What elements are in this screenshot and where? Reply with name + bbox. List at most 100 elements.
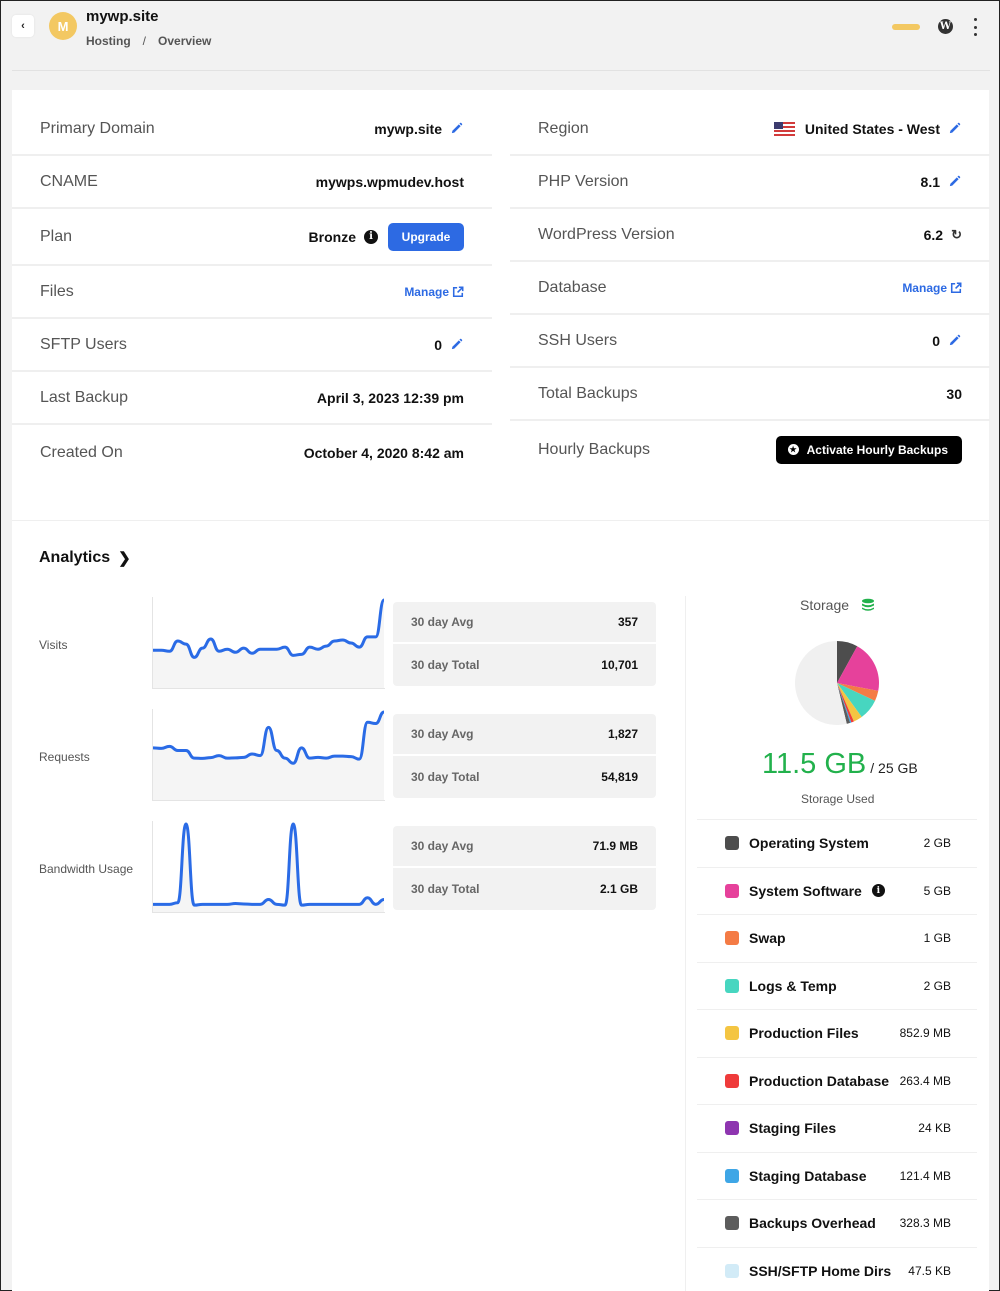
page-header: ‹ M mywp.site Hosting / Overview W xyxy=(1,1,1000,71)
legend-size: 121.4 MB xyxy=(899,1168,951,1183)
legend-swatch xyxy=(725,1073,739,1088)
detail-label: Database xyxy=(538,278,607,296)
more-options-icon[interactable] xyxy=(972,18,978,36)
legend-item-swap: Swap 1 GB xyxy=(697,914,977,962)
stats-box-visits: 30 day Avg 357 30 day Total 10,701 xyxy=(393,602,656,686)
legend-swatch xyxy=(725,836,739,851)
detail-value: 8.1 xyxy=(920,173,940,190)
analytics-title: Analytics xyxy=(39,549,111,566)
legend-swatch xyxy=(725,1216,739,1231)
manage-link-label: Manage xyxy=(902,280,947,295)
detail-row-files: Files Manage xyxy=(12,266,492,319)
detail-value-group: Bronze i Upgrade xyxy=(309,222,464,251)
breadcrumb-overview: Overview xyxy=(158,34,212,48)
storage-used: 11.5 GB / 25 GB xyxy=(762,748,918,781)
detail-value-group: 6.2 ↻ xyxy=(924,227,962,243)
upgrade-button[interactable]: Upgrade xyxy=(388,222,464,251)
legend-name: Backups Overhead xyxy=(749,1215,876,1232)
legend-swatch xyxy=(725,978,739,993)
detail-label: SSH Users xyxy=(538,331,618,349)
legend-name-group: Production Files xyxy=(749,1025,900,1041)
breadcrumb-hosting[interactable]: Hosting xyxy=(86,34,131,48)
info-icon[interactable]: i xyxy=(364,229,378,244)
detail-label: Files xyxy=(40,282,74,300)
info-icon[interactable]: i xyxy=(871,884,885,898)
legend-swatch xyxy=(725,931,739,946)
detail-row-sftp-users: SFTP Users 0 xyxy=(12,319,492,372)
stat-label: 30 day Avg xyxy=(411,615,474,629)
edit-pencil-icon[interactable] xyxy=(948,334,962,348)
legend-item-backups-overhead: Backups Overhead 328.3 MB xyxy=(697,1199,977,1247)
legend-size: 328.3 MB xyxy=(899,1216,951,1231)
stats-box-bandwidth-usage: 30 day Avg 71.9 MB 30 day Total 2.1 GB xyxy=(393,826,656,910)
stat-value: 54,819 xyxy=(601,770,638,784)
stat-label: 30 day Total xyxy=(411,770,480,784)
detail-label: WordPress Version xyxy=(538,225,675,243)
overview-card: Primary Domain mywp.site CNAME mywps.wpmude… xyxy=(12,90,990,1291)
stat-value: 71.9 MB xyxy=(592,839,638,853)
legend-name-group: Backups Overhead xyxy=(749,1215,900,1231)
detail-value: 0 xyxy=(932,332,940,349)
legend-item-production-database: Production Database 263.4 MB xyxy=(697,1056,977,1105)
detail-label: Created On xyxy=(40,444,123,461)
sparkline-visits xyxy=(152,597,385,689)
edit-pencil-icon[interactable] xyxy=(450,338,464,352)
us-flag-icon xyxy=(773,121,795,136)
storage-pie-chart xyxy=(795,641,879,725)
detail-row-last-backup: Last Backup April 3, 2023 12:39 pm xyxy=(12,372,492,425)
detail-label: Primary Domain xyxy=(40,119,155,137)
legend-swatch xyxy=(725,1168,739,1183)
wordpress-icon[interactable]: W xyxy=(938,19,953,34)
breadcrumb: Hosting / Overview xyxy=(86,34,211,48)
analytics-link[interactable]: Analytics ❯ xyxy=(39,549,131,567)
detail-value-group: mywps.wpmudev.host xyxy=(316,174,464,190)
stat-row-30-day-total: 30 day Total 54,819 xyxy=(393,756,656,798)
stats-box-requests: 30 day Avg 1,827 30 day Total 54,819 xyxy=(393,714,656,798)
detail-label: CNAME xyxy=(40,172,98,190)
edit-pencil-icon[interactable] xyxy=(948,122,962,136)
detail-row-primary-domain: Primary Domain mywp.site xyxy=(12,103,492,156)
stat-row-30-day-avg: 30 day Avg 357 xyxy=(393,602,656,644)
detail-value: 0 xyxy=(434,336,442,353)
detail-row-plan: Plan Bronze i Upgrade xyxy=(12,209,492,266)
legend-size: 47.5 KB xyxy=(908,1263,951,1278)
edit-pencil-icon[interactable] xyxy=(450,122,464,136)
details-right-column: Region United States - West PHP Version 8.1… xyxy=(510,103,990,478)
edit-pencil-icon[interactable] xyxy=(948,175,962,189)
legend-name: System Software xyxy=(749,882,862,899)
legend-name-group: Staging Files xyxy=(749,1120,918,1136)
detail-value-group: United States - West xyxy=(773,121,962,137)
legend-size: 2 GB xyxy=(923,978,951,993)
legend-item-operating-system: Operating System 2 GB xyxy=(697,819,977,867)
refresh-icon[interactable]: ↻ xyxy=(951,227,962,243)
detail-value: October 4, 2020 8:42 am xyxy=(303,445,464,461)
manage-files-link[interactable]: Manage xyxy=(404,285,464,299)
legend-name-group: Operating System xyxy=(749,835,924,851)
detail-value-group: 0 xyxy=(434,337,464,353)
legend-swatch xyxy=(725,1026,739,1041)
legend-name: SSH/SFTP Home Dirs xyxy=(749,1262,892,1279)
detail-row-hourly-backups: Hourly Backups ★ Activate Hourly Backups xyxy=(510,421,990,478)
detail-value-group: mywp.site xyxy=(374,121,464,137)
detail-row-php-version: PHP Version 8.1 xyxy=(510,156,990,209)
legend-name: Swap xyxy=(749,930,786,947)
metric-label-visits: Visits xyxy=(39,638,68,652)
legend-swatch xyxy=(725,1263,739,1278)
stat-label: 30 day Total xyxy=(411,658,480,672)
chevron-right-icon: ❯ xyxy=(118,550,131,567)
detail-label: Region xyxy=(538,119,589,137)
detail-value: April 3, 2023 12:39 pm xyxy=(316,389,464,406)
back-button[interactable]: ‹ xyxy=(12,15,34,37)
detail-value-group: 8.1 xyxy=(921,174,962,190)
stat-label: 30 day Avg xyxy=(411,727,474,741)
detail-label: Last Backup xyxy=(40,388,129,406)
detail-value: mywps.wpmudev.host xyxy=(315,173,464,190)
detail-value: 6.2 xyxy=(923,226,944,243)
star-icon: ★ xyxy=(787,444,799,455)
manage-database-link[interactable]: Manage xyxy=(902,281,962,295)
legend-size: 852.9 MB xyxy=(899,1026,951,1041)
activate-hourly-backups-button[interactable]: ★ Activate Hourly Backups xyxy=(775,435,962,464)
metric-label-bandwidth-usage: Bandwidth Usage xyxy=(39,862,134,876)
legend-swatch xyxy=(725,883,739,898)
legend-name: Operating System xyxy=(749,835,869,852)
